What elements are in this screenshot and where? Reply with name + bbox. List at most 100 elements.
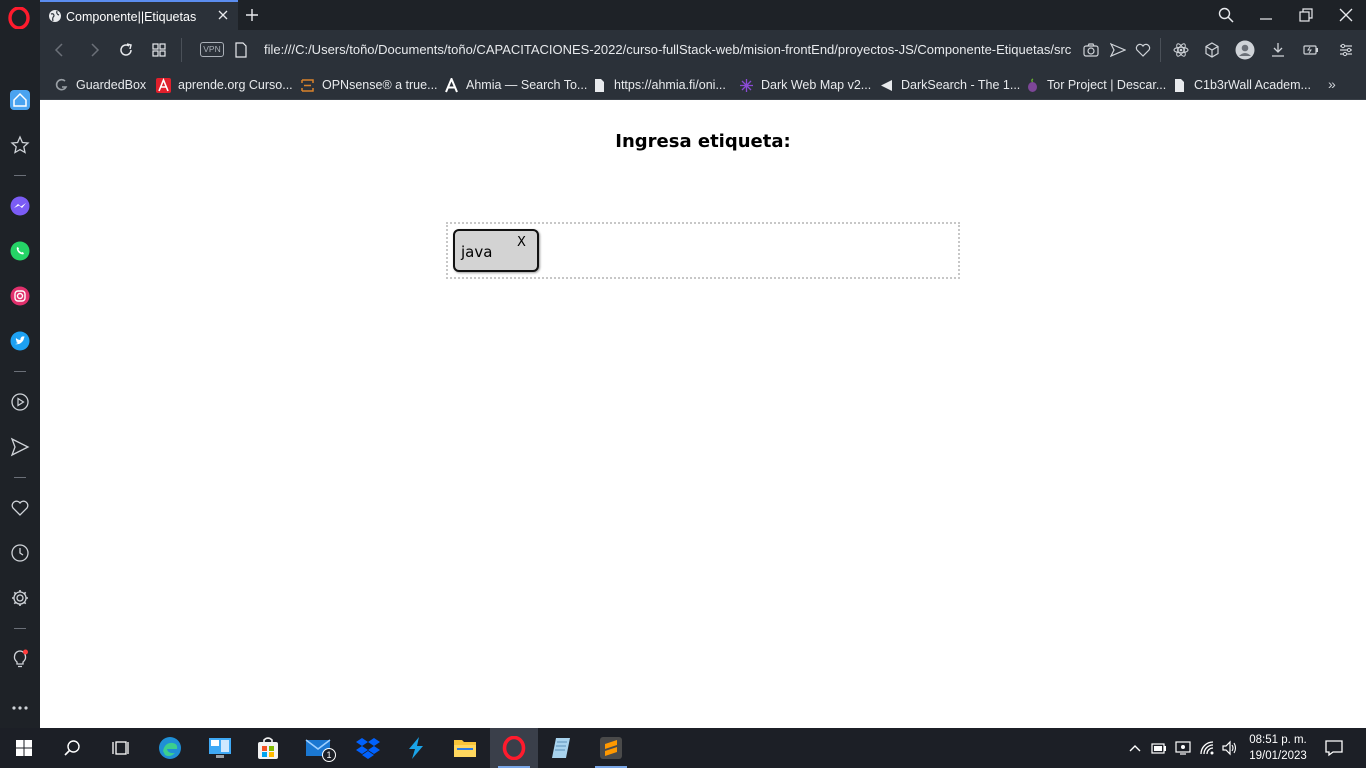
- taskbar-app-control-panel[interactable]: [196, 728, 244, 768]
- new-tab-icon[interactable]: [244, 7, 260, 23]
- windows-taskbar: 1 08:51 p. m. 19/01/2023: [0, 728, 1366, 768]
- extensions-cube-icon[interactable]: [1204, 42, 1220, 58]
- divider: [181, 38, 182, 62]
- taskbar-app-notes[interactable]: [538, 728, 586, 768]
- show-hidden-icons-icon[interactable]: [1127, 740, 1143, 756]
- restore-icon[interactable]: [1298, 7, 1314, 23]
- file-page-icon[interactable]: [233, 42, 249, 58]
- display-tray-icon[interactable]: [1175, 740, 1191, 756]
- download-icon[interactable]: [1270, 42, 1286, 58]
- player-icon[interactable]: [10, 392, 30, 412]
- speed-dial-icon[interactable]: [151, 42, 167, 58]
- tab-title: Componente||Etiquetas: [66, 10, 197, 24]
- search-tabs-icon[interactable]: [1218, 7, 1234, 23]
- sidebar-divider: [14, 371, 26, 372]
- tag-chip[interactable]: java X: [453, 229, 539, 272]
- page-content: Ingresa etiqueta: java X: [40, 101, 1366, 728]
- page-icon: [595, 78, 604, 92]
- bookmark-item[interactable]: aprende.org Curso...: [156, 75, 293, 95]
- volume-icon[interactable]: [1221, 740, 1237, 756]
- taskbar-app-opera[interactable]: [490, 728, 538, 768]
- taskbar-app-store[interactable]: [244, 728, 292, 768]
- home-icon[interactable]: [10, 90, 30, 110]
- bookmark-item[interactable]: Dark Web Map v2...: [739, 75, 871, 95]
- bookmark-label: Tor Project | Descar...: [1047, 78, 1167, 92]
- search-button[interactable]: [48, 728, 96, 768]
- profile-avatar-icon[interactable]: [1235, 40, 1255, 60]
- bookmark-item[interactable]: C1b3rWall Academ...: [1172, 75, 1311, 95]
- ahmia-icon: [445, 77, 458, 92]
- minimize-icon[interactable]: [1258, 7, 1274, 23]
- folder-icon: [454, 740, 476, 757]
- taskbar-app-sublime[interactable]: [587, 728, 635, 768]
- wifi-icon[interactable]: [1199, 740, 1215, 756]
- flow-send-icon[interactable]: [10, 437, 30, 457]
- bookmarks-star-icon[interactable]: [10, 135, 30, 155]
- tips-lightbulb-icon[interactable]: [10, 649, 30, 669]
- notifications-icon[interactable]: [1325, 739, 1343, 757]
- bookmark-item[interactable]: OPNsense® a true...: [300, 75, 438, 95]
- bookmark-item[interactable]: Tor Project | Descar...: [1025, 75, 1166, 95]
- tab-active[interactable]: Componente||Etiquetas: [40, 0, 238, 30]
- history-clock-icon[interactable]: [10, 543, 30, 563]
- tag-label: java: [461, 243, 493, 261]
- taskbar-app-dropbox[interactable]: [344, 728, 392, 768]
- battery-icon[interactable]: [1151, 740, 1167, 756]
- vpn-badge[interactable]: VPN: [200, 42, 224, 57]
- tab-bar: Componente||Etiquetas: [0, 0, 1366, 30]
- system-clock[interactable]: 08:51 p. m. 19/01/2023: [1240, 732, 1316, 764]
- opera-logo-icon[interactable]: [8, 7, 30, 29]
- twitter-icon[interactable]: [10, 331, 30, 351]
- close-window-icon[interactable]: [1338, 7, 1354, 23]
- mail-notification-badge: 1: [322, 748, 336, 762]
- easy-setup-icon[interactable]: [1338, 42, 1354, 58]
- notepad-icon: [552, 738, 570, 758]
- start-button[interactable]: [0, 728, 48, 768]
- reload-icon[interactable]: [118, 42, 134, 58]
- control-panel-icon: [209, 738, 231, 758]
- page-icon: [1175, 78, 1184, 92]
- task-view-button[interactable]: [96, 728, 144, 768]
- store-icon: [258, 737, 278, 759]
- battery-saver-icon[interactable]: [1303, 42, 1319, 58]
- bookmark-label: Dark Web Map v2...: [761, 78, 872, 92]
- darkwebmap-icon: [740, 78, 753, 92]
- snapshot-icon[interactable]: [1083, 42, 1099, 58]
- whatsapp-icon[interactable]: [10, 241, 30, 261]
- url-input[interactable]: file:///C:/Users/toño/Documents/toño/CAP…: [264, 42, 1072, 57]
- pinboards-heart-icon[interactable]: [10, 498, 30, 518]
- bookmark-item[interactable]: GuardedBox: [54, 75, 146, 95]
- clock-time: 08:51 p. m.: [1249, 734, 1307, 746]
- taskbar-app-explorer[interactable]: [441, 728, 489, 768]
- instagram-icon[interactable]: [10, 286, 30, 306]
- clock-date: 19/01/2023: [1249, 750, 1307, 762]
- search-icon: [64, 740, 80, 756]
- opnsense-icon: [301, 78, 314, 92]
- tor-icon: [1028, 77, 1037, 92]
- bookmark-item[interactable]: https://ahmia.fi/oni...: [592, 75, 726, 95]
- bookmark-item[interactable]: DarkSearch - The 1...: [879, 75, 1020, 95]
- bookmark-heart-icon[interactable]: [1135, 42, 1151, 58]
- bookmark-item[interactable]: Ahmia — Search To...: [444, 75, 587, 95]
- more-options-icon[interactable]: [10, 698, 30, 718]
- forward-icon[interactable]: [86, 42, 102, 58]
- tag-input-container[interactable]: java X: [446, 222, 960, 279]
- taskbar-app-edge[interactable]: [146, 728, 194, 768]
- taskbar-app-mail[interactable]: [294, 728, 342, 768]
- send-icon[interactable]: [1110, 42, 1126, 58]
- react-extension-icon[interactable]: [1173, 42, 1189, 58]
- tag-remove-button[interactable]: X: [517, 235, 526, 250]
- close-tab-icon[interactable]: [216, 8, 230, 22]
- bookmarks-bar: GuardedBox aprende.org Curso... OPNsense…: [40, 70, 1366, 100]
- sublime-text-icon: [600, 737, 622, 759]
- edge-icon: [159, 737, 181, 759]
- opera-icon: [502, 736, 526, 760]
- bookmarks-overflow-button[interactable]: »: [1328, 76, 1336, 92]
- sidebar-divider: [14, 477, 26, 478]
- settings-gear-icon[interactable]: [10, 588, 30, 608]
- bookmark-label: Ahmia — Search To...: [466, 78, 588, 92]
- bookmark-label: OPNsense® a true...: [322, 78, 438, 92]
- back-icon[interactable]: [52, 42, 68, 58]
- messenger-icon[interactable]: [10, 196, 30, 216]
- taskbar-app-vscode-insiders[interactable]: [392, 728, 440, 768]
